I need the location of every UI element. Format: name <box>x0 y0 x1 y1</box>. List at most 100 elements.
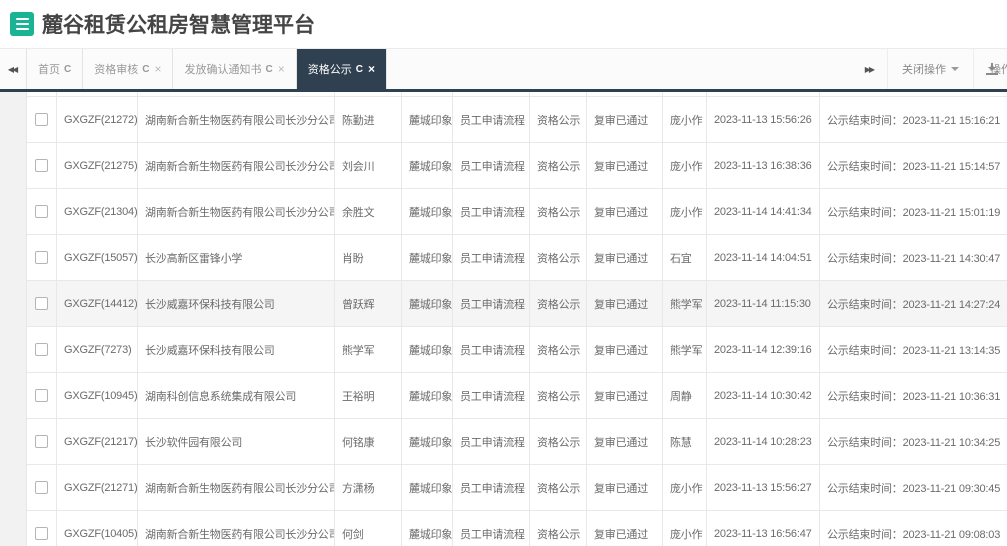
table-row[interactable]: GXGZF(10405)湖南新合新生物医药有限公司长沙分公司何剑麓城印象员工申请… <box>27 511 1007 546</box>
cell-applicant: 刘会川 <box>335 143 402 188</box>
cell-process: 员工申请流程 <box>453 189 530 234</box>
cell-code: GXGZF(7273) <box>57 327 138 372</box>
cell-process: 员工申请流程 <box>453 235 530 280</box>
cell-apply-time: 2023-11-14 10:30:42 <box>707 373 820 418</box>
left-gutter <box>0 92 27 546</box>
clipped-cell <box>57 92 138 96</box>
close-tab-icon[interactable]: × <box>154 62 161 76</box>
cell-company: 长沙威嘉环保科技有限公司 <box>138 281 335 326</box>
cell-process: 员工申请流程 <box>453 373 530 418</box>
table-row[interactable]: GXGZF(21272)湖南新合新生物医药有限公司长沙分公司陈勤进麓城印象员工申… <box>27 97 1007 143</box>
close-tab-icon[interactable]: × <box>368 62 375 76</box>
cell-stage: 资格公示 <box>530 143 587 188</box>
cell-applicant: 熊学军 <box>335 327 402 372</box>
table-row[interactable]: GXGZF(15057)长沙高新区雷锋小学肖盼麓城印象员工申请流程资格公示复审已… <box>27 235 1007 281</box>
cell-code: GXGZF(21271) <box>57 465 138 510</box>
refresh-icon[interactable]: C <box>142 64 149 75</box>
cell-operator: 周静 <box>663 373 707 418</box>
refresh-icon[interactable]: C <box>64 64 71 75</box>
cell-company: 湖南新合新生物医药有限公司长沙分公司 <box>138 97 335 142</box>
page-title: 麓谷租赁公租房智慧管理平台 <box>42 9 315 39</box>
cell-end-time: 公示结束时间：2023-11-21 15:14:57 <box>820 143 1007 188</box>
cell-status: 复审已通过 <box>587 143 663 188</box>
hamburger-icon <box>16 18 29 20</box>
tab-bar: ◀◀ 首页C资格审核C×发放确认通知书C×资格公示C× ▶▶ 关闭操作 操作 <box>0 48 1007 92</box>
cell-stage: 资格公示 <box>530 419 587 464</box>
cell-stage: 资格公示 <box>530 511 587 546</box>
tab-qualification-publicity[interactable]: 资格公示 C × <box>297 49 387 89</box>
clipped-cell <box>335 92 402 96</box>
cell-company: 湖南新合新生物医药有限公司长沙分公司 <box>138 143 335 188</box>
cell-company: 湖南新合新生物医药有限公司长沙分公司 <box>138 511 335 546</box>
cell-stage: 资格公示 <box>530 465 587 510</box>
clipped-cell <box>453 92 530 96</box>
cell-operator: 熊学军 <box>663 281 707 326</box>
app-window: 麓谷租赁公租房智慧管理平台 ◀◀ 首页C资格审核C×发放确认通知书C×资格公示C… <box>0 0 1007 546</box>
table-row[interactable]: GXGZF(10945)湖南科创信息系统集成有限公司王裕明麓城印象员工申请流程资… <box>27 373 1007 419</box>
tab-issue-confirmation-notice[interactable]: 发放确认通知书C× <box>173 49 296 89</box>
cell-end-time: 公示结束时间：2023-11-21 13:14:35 <box>820 327 1007 372</box>
cell-end-time: 公示结束时间：2023-11-21 10:36:31 <box>820 373 1007 418</box>
cell-code: GXGZF(21217) <box>57 419 138 464</box>
cell-project: 麓城印象 <box>402 419 453 464</box>
row-checkbox[interactable] <box>35 205 48 218</box>
table-row[interactable]: GXGZF(7273)长沙威嘉环保科技有限公司熊学军麓城印象员工申请流程资格公示… <box>27 327 1007 373</box>
row-checkbox[interactable] <box>35 389 48 402</box>
cell-status: 复审已通过 <box>587 419 663 464</box>
cell-company: 长沙高新区雷锋小学 <box>138 235 335 280</box>
close-tab-icon[interactable]: × <box>278 62 285 76</box>
main-content: GXGZF(21272)湖南新合新生物医药有限公司长沙分公司陈勤进麓城印象员工申… <box>0 92 1007 546</box>
close-operations-dropdown[interactable]: 关闭操作 <box>887 49 973 89</box>
row-checkbox[interactable] <box>35 297 48 310</box>
cell-end-time: 公示结束时间：2023-11-21 09:08:03 <box>820 511 1007 546</box>
cell-applicant: 何铭康 <box>335 419 402 464</box>
export-operations-button[interactable]: 操作 <box>973 49 1007 89</box>
row-checkbox[interactable] <box>35 251 48 264</box>
tab-bar-right-controls: ▶▶ 关闭操作 操作 <box>851 49 1007 89</box>
cell-applicant: 方潇杨 <box>335 465 402 510</box>
row-checkbox[interactable] <box>35 159 48 172</box>
tab-home[interactable]: 首页C <box>27 49 83 89</box>
refresh-icon[interactable]: C <box>356 64 363 75</box>
cell-operator: 庞小作 <box>663 97 707 142</box>
cell-stage: 资格公示 <box>530 281 587 326</box>
scroll-tabs-right-button[interactable]: ▶▶ <box>851 49 887 89</box>
refresh-icon[interactable]: C <box>265 64 272 75</box>
table-body: GXGZF(21272)湖南新合新生物医药有限公司长沙分公司陈勤进麓城印象员工申… <box>27 97 1007 546</box>
row-checkbox-cell <box>27 511 57 546</box>
row-checkbox-cell <box>27 281 57 326</box>
cell-operator: 庞小作 <box>663 465 707 510</box>
tab-qualification-review[interactable]: 资格审核C× <box>83 49 173 89</box>
cell-process: 员工申请流程 <box>453 97 530 142</box>
clipped-cell <box>138 92 335 96</box>
hamburger-menu-button[interactable] <box>10 12 34 36</box>
tab-label: 资格公示 <box>308 61 352 77</box>
table-row[interactable]: GXGZF(21304)湖南新合新生物医药有限公司长沙分公司余胜文麓城印象员工申… <box>27 189 1007 235</box>
cell-status: 复审已通过 <box>587 189 663 234</box>
table-row[interactable]: GXGZF(21217)长沙软件园有限公司何铭康麓城印象员工申请流程资格公示复审… <box>27 419 1007 465</box>
cell-process: 员工申请流程 <box>453 143 530 188</box>
table-row[interactable]: GXGZF(14412)长沙威嘉环保科技有限公司曾跃辉麓城印象员工申请流程资格公… <box>27 281 1007 327</box>
double-chevron-left-icon: ◀◀ <box>8 65 16 74</box>
cell-apply-time: 2023-11-13 15:56:27 <box>707 465 820 510</box>
scroll-tabs-left-button[interactable]: ◀◀ <box>0 49 27 89</box>
table-row[interactable]: GXGZF(21275)湖南新合新生物医药有限公司长沙分公司刘会川麓城印象员工申… <box>27 143 1007 189</box>
row-checkbox[interactable] <box>35 113 48 126</box>
cell-process: 员工申请流程 <box>453 465 530 510</box>
cell-apply-time: 2023-11-14 14:41:34 <box>707 189 820 234</box>
cell-applicant: 王裕明 <box>335 373 402 418</box>
row-checkbox[interactable] <box>35 343 48 356</box>
cell-code: GXGZF(21275) <box>57 143 138 188</box>
cell-status: 复审已通过 <box>587 465 663 510</box>
cell-stage: 资格公示 <box>530 327 587 372</box>
row-checkbox[interactable] <box>35 481 48 494</box>
row-checkbox[interactable] <box>35 527 48 540</box>
table-row[interactable]: GXGZF(21271)湖南新合新生物医药有限公司长沙分公司方潇杨麓城印象员工申… <box>27 465 1007 511</box>
cell-apply-time: 2023-11-14 11:15:30 <box>707 281 820 326</box>
row-checkbox-cell <box>27 143 57 188</box>
row-checkbox[interactable] <box>35 435 48 448</box>
cell-applicant: 何剑 <box>335 511 402 546</box>
cell-process: 员工申请流程 <box>453 281 530 326</box>
cell-company: 长沙威嘉环保科技有限公司 <box>138 327 335 372</box>
cell-status: 复审已通过 <box>587 373 663 418</box>
